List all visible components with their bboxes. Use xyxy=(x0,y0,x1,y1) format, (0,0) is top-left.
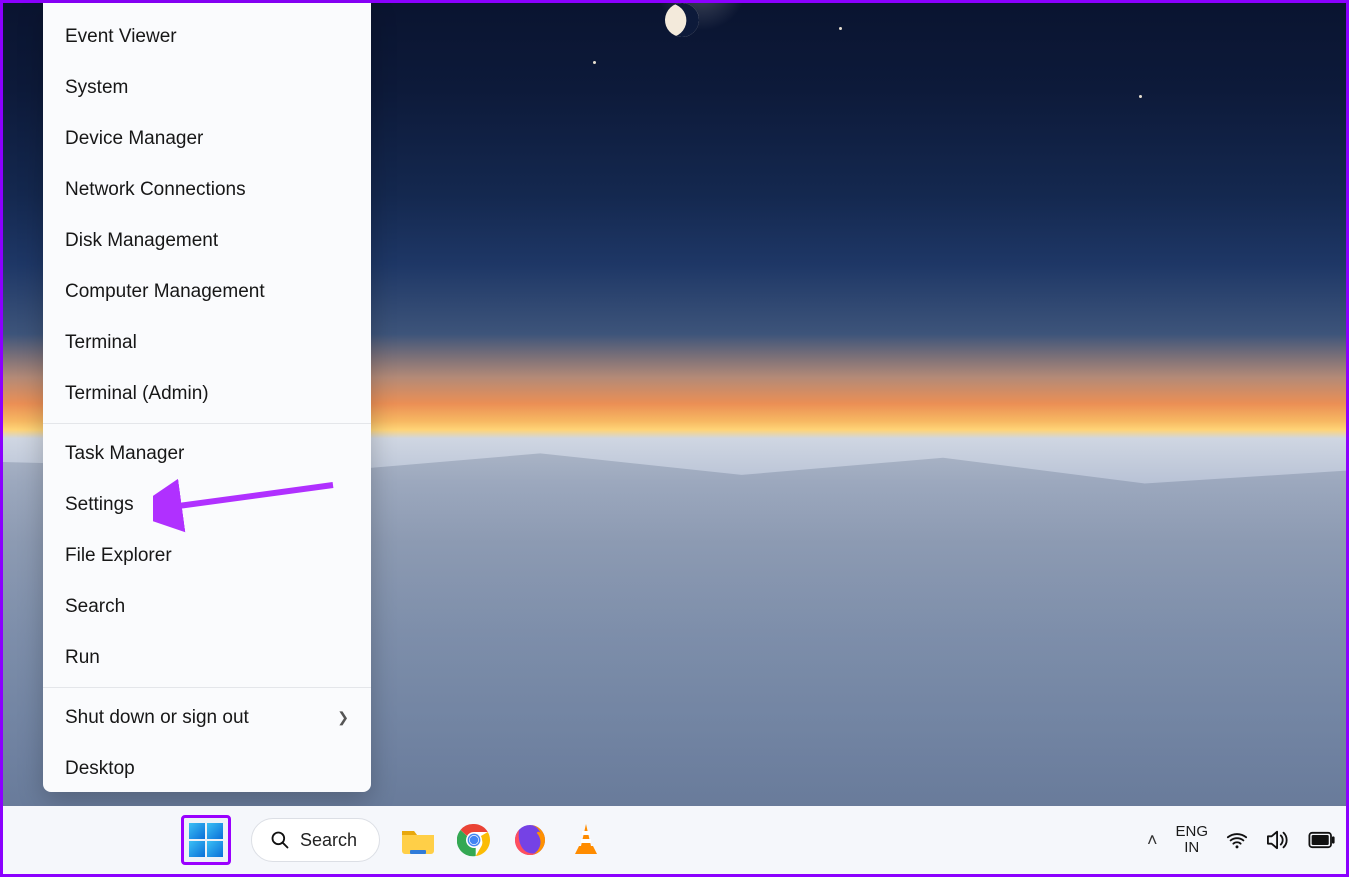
tray-overflow-chevron-icon[interactable]: ˄ xyxy=(1147,830,1158,851)
menu-item-network-connections[interactable]: Network Connections xyxy=(43,164,371,215)
menu-item-settings[interactable]: Settings xyxy=(43,479,371,530)
battery-icon[interactable] xyxy=(1308,831,1336,849)
menu-item-system[interactable]: System xyxy=(43,62,371,113)
menu-item-task-manager[interactable]: Task Manager xyxy=(43,428,371,479)
menu-item-run[interactable]: Run xyxy=(43,632,371,683)
menu-item-terminal[interactable]: Terminal xyxy=(43,317,371,368)
menu-separator xyxy=(43,423,371,424)
star-graphic xyxy=(839,27,842,30)
menu-item-terminal-admin[interactable]: Terminal (Admin) xyxy=(43,368,371,419)
menu-separator xyxy=(43,687,371,688)
menu-item-event-viewer[interactable]: Event Viewer xyxy=(43,11,371,62)
menu-item-computer-management[interactable]: Computer Management xyxy=(43,266,371,317)
wifi-icon[interactable] xyxy=(1226,829,1248,851)
power-user-menu: Event Viewer System Device Manager Netwo… xyxy=(43,3,371,792)
taskbar-app-file-explorer[interactable] xyxy=(400,822,436,858)
menu-item-device-manager[interactable]: Device Manager xyxy=(43,113,371,164)
moon-graphic xyxy=(660,0,704,42)
volume-icon[interactable] xyxy=(1266,829,1290,851)
taskbar-search-label: Search xyxy=(300,830,357,851)
taskbar-app-vlc[interactable] xyxy=(568,822,604,858)
chevron-right-icon: ❯ xyxy=(337,709,349,726)
star-graphic xyxy=(593,61,596,64)
taskbar-search[interactable]: Search xyxy=(251,818,380,862)
taskbar-app-firefox[interactable] xyxy=(512,822,548,858)
menu-item-desktop[interactable]: Desktop xyxy=(43,743,371,792)
star-graphic xyxy=(1139,95,1142,98)
menu-item-shutdown-signout[interactable]: Shut down or sign out ❯ xyxy=(43,692,371,743)
menu-item-file-explorer[interactable]: File Explorer xyxy=(43,530,371,581)
windows-logo-icon xyxy=(189,823,223,857)
search-icon xyxy=(270,830,290,850)
taskbar: Search ˄ ENG IN xyxy=(3,806,1346,874)
system-tray: ˄ ENG IN xyxy=(1147,806,1336,874)
taskbar-app-chrome[interactable] xyxy=(456,822,492,858)
start-button[interactable] xyxy=(181,815,231,865)
menu-item-search[interactable]: Search xyxy=(43,581,371,632)
menu-item-disk-management[interactable]: Disk Management xyxy=(43,215,371,266)
tray-language[interactable]: ENG IN xyxy=(1175,824,1208,857)
